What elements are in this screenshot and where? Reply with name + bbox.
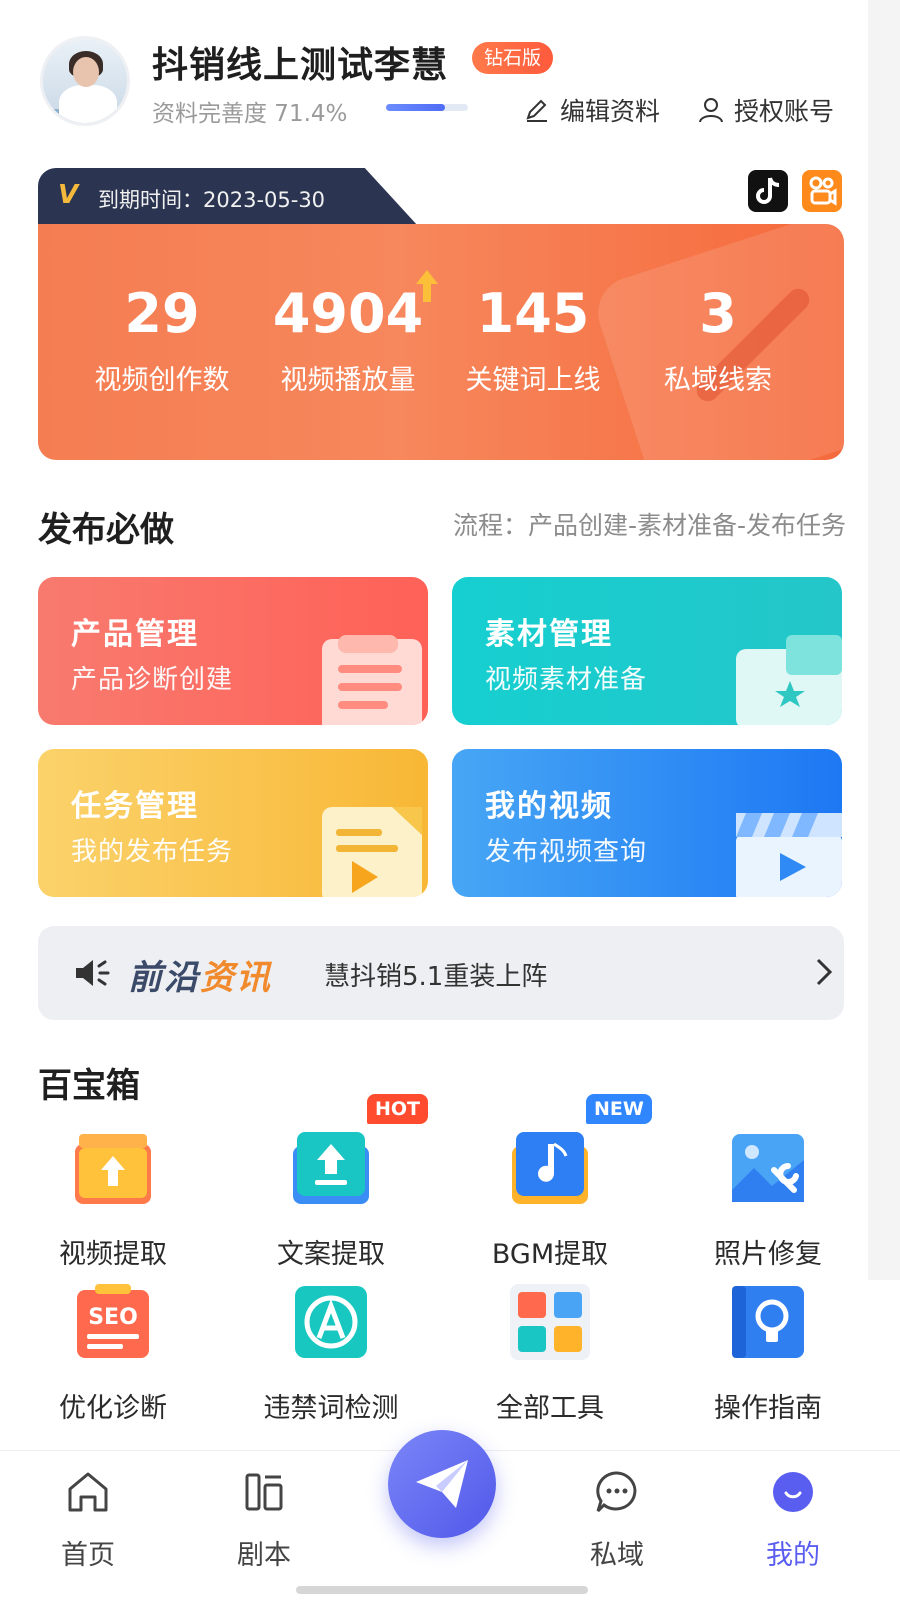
kuaishou-icon[interactable] bbox=[802, 170, 842, 212]
chat-icon bbox=[596, 1471, 637, 1513]
tool-label: 优化诊断 bbox=[59, 1393, 167, 1424]
news-text: 慧抖销5.1重装上阵 bbox=[324, 962, 548, 992]
expiry-date: 到期时间：2023-05-30 bbox=[98, 188, 326, 212]
toolbox-title: 百宝箱 bbox=[38, 1066, 140, 1106]
stat-play-count[interactable]: 4904 视频播放量 bbox=[258, 280, 438, 397]
stat-label: 视频播放量 bbox=[280, 365, 416, 396]
vip-icon: V bbox=[58, 180, 79, 210]
user-icon bbox=[699, 98, 723, 123]
copy-extract-icon bbox=[293, 1132, 369, 1204]
tool-label: 文案提取 bbox=[277, 1239, 385, 1270]
guide-icon bbox=[732, 1286, 804, 1358]
stats-card[interactable]: 29 视频创作数 4904 视频播放量 145 关键词上线 3 私域线索 bbox=[38, 224, 844, 460]
all-tools-icon bbox=[510, 1284, 590, 1360]
tool-all-tools[interactable]: 全部工具 bbox=[450, 1284, 650, 1425]
tool-photo-repair[interactable]: 照片修复 bbox=[668, 1130, 868, 1271]
tool-label: 全部工具 bbox=[496, 1393, 604, 1424]
publish-section-title: 发布必做 bbox=[38, 510, 174, 550]
expiry-tab: V 到期时间：2023-05-30 bbox=[38, 168, 418, 226]
stat-value: 3 bbox=[699, 282, 737, 345]
stat-private-leads[interactable]: 3 私域线索 bbox=[628, 280, 808, 397]
nav-label: 私域 bbox=[590, 1540, 644, 1571]
authorize-account-label: 授权账号 bbox=[734, 97, 835, 126]
bgm-extract-icon bbox=[512, 1132, 588, 1204]
tool-guide[interactable]: 操作指南 bbox=[668, 1284, 868, 1425]
tiktok-icon[interactable] bbox=[748, 170, 788, 212]
card-subtitle: 我的发布任务 bbox=[71, 837, 234, 867]
nav-label: 剧本 bbox=[237, 1540, 291, 1571]
folder-star-icon bbox=[736, 635, 842, 725]
tool-label: 视频提取 bbox=[59, 1239, 167, 1270]
card-title: 素材管理 bbox=[485, 617, 613, 652]
video-extract-icon bbox=[75, 1134, 151, 1204]
publish-flow-hint: 流程：产品创建-素材准备-发布任务 bbox=[452, 511, 846, 540]
script-icon bbox=[245, 1473, 283, 1511]
svg-text:SEO: SEO bbox=[88, 1305, 138, 1330]
profile-completeness-label: 资料完善度 71.4% bbox=[152, 101, 348, 127]
card-title: 任务管理 bbox=[71, 789, 199, 824]
tool-bgm-extract[interactable]: NEW BGM提取 bbox=[450, 1094, 652, 1271]
nav-home[interactable]: 首页 bbox=[33, 1469, 143, 1572]
seo-icon: SEO bbox=[77, 1284, 149, 1358]
card-title: 我的视频 bbox=[485, 789, 613, 824]
task-management-card[interactable]: 任务管理 我的发布任务 bbox=[38, 749, 428, 897]
pencil-icon bbox=[526, 99, 547, 122]
new-badge: NEW bbox=[586, 1094, 652, 1124]
edit-profile-button[interactable]: 编辑资料 bbox=[524, 92, 660, 128]
stat-label: 视频创作数 bbox=[94, 365, 230, 396]
stat-video-count[interactable]: 29 视频创作数 bbox=[72, 280, 252, 397]
stat-value: 145 bbox=[476, 282, 590, 345]
home-icon bbox=[68, 1472, 108, 1512]
trend-up-icon bbox=[416, 270, 438, 302]
card-subtitle: 视频素材准备 bbox=[485, 665, 648, 695]
stat-value: 4904 bbox=[272, 282, 424, 345]
nav-label: 首页 bbox=[61, 1540, 115, 1571]
card-subtitle: 发布视频查询 bbox=[485, 837, 648, 867]
tool-banned-word[interactable]: 违禁词检测 bbox=[231, 1284, 431, 1425]
chevron-right-icon bbox=[816, 958, 833, 986]
edit-profile-label: 编辑资料 bbox=[560, 97, 661, 126]
news-brand: 前沿资讯 bbox=[128, 958, 272, 998]
tool-copy-extract[interactable]: HOT 文案提取 bbox=[231, 1094, 431, 1271]
user-name: 抖销线上测试李慧 bbox=[152, 45, 449, 86]
stat-keyword-count[interactable]: 145 关键词上线 bbox=[443, 280, 623, 397]
nav-label: 我的 bbox=[766, 1540, 820, 1571]
card-title: 产品管理 bbox=[71, 617, 199, 652]
tool-label: 操作指南 bbox=[714, 1393, 822, 1424]
tool-video-extract[interactable]: 视频提取 bbox=[13, 1130, 213, 1271]
profile-icon bbox=[773, 1472, 813, 1512]
tool-label: 照片修复 bbox=[714, 1239, 822, 1270]
nav-private[interactable]: 私域 bbox=[562, 1469, 672, 1572]
tool-seo-diagnosis[interactable]: SEO 优化诊断 bbox=[13, 1284, 213, 1425]
card-subtitle: 产品诊断创建 bbox=[71, 665, 234, 695]
scrollbar[interactable] bbox=[868, 0, 900, 1280]
speaker-icon bbox=[76, 960, 110, 986]
task-document-icon bbox=[322, 807, 422, 897]
my-videos-card[interactable]: 我的视频 发布视频查询 bbox=[452, 749, 842, 897]
nav-script[interactable]: 剧本 bbox=[209, 1469, 319, 1572]
home-indicator bbox=[296, 1586, 588, 1594]
news-bar[interactable]: 前沿资讯 慧抖销5.1重装上阵 bbox=[38, 926, 844, 1020]
tier-badge: 钻石版 bbox=[472, 42, 554, 74]
paper-plane-icon bbox=[416, 1460, 468, 1508]
hot-badge: HOT bbox=[367, 1094, 429, 1124]
clipboard-icon bbox=[322, 635, 422, 725]
avatar[interactable] bbox=[40, 36, 130, 126]
banned-word-icon bbox=[295, 1286, 367, 1358]
product-management-card[interactable]: 产品管理 产品诊断创建 bbox=[38, 577, 428, 725]
tool-label: 违禁词检测 bbox=[263, 1393, 399, 1424]
profile-completeness-bar bbox=[386, 104, 468, 111]
clapperboard-icon bbox=[736, 813, 842, 897]
material-management-card[interactable]: 素材管理 视频素材准备 bbox=[452, 577, 842, 725]
authorize-account-button[interactable]: 授权账号 bbox=[698, 92, 834, 128]
stat-label: 私域线索 bbox=[664, 365, 772, 396]
tool-label: BGM提取 bbox=[491, 1239, 609, 1270]
stat-value: 29 bbox=[124, 282, 200, 345]
nav-mine[interactable]: 我的 bbox=[738, 1469, 848, 1572]
publish-button[interactable] bbox=[388, 1430, 496, 1538]
stat-label: 关键词上线 bbox=[465, 365, 601, 396]
photo-repair-icon bbox=[732, 1134, 804, 1202]
